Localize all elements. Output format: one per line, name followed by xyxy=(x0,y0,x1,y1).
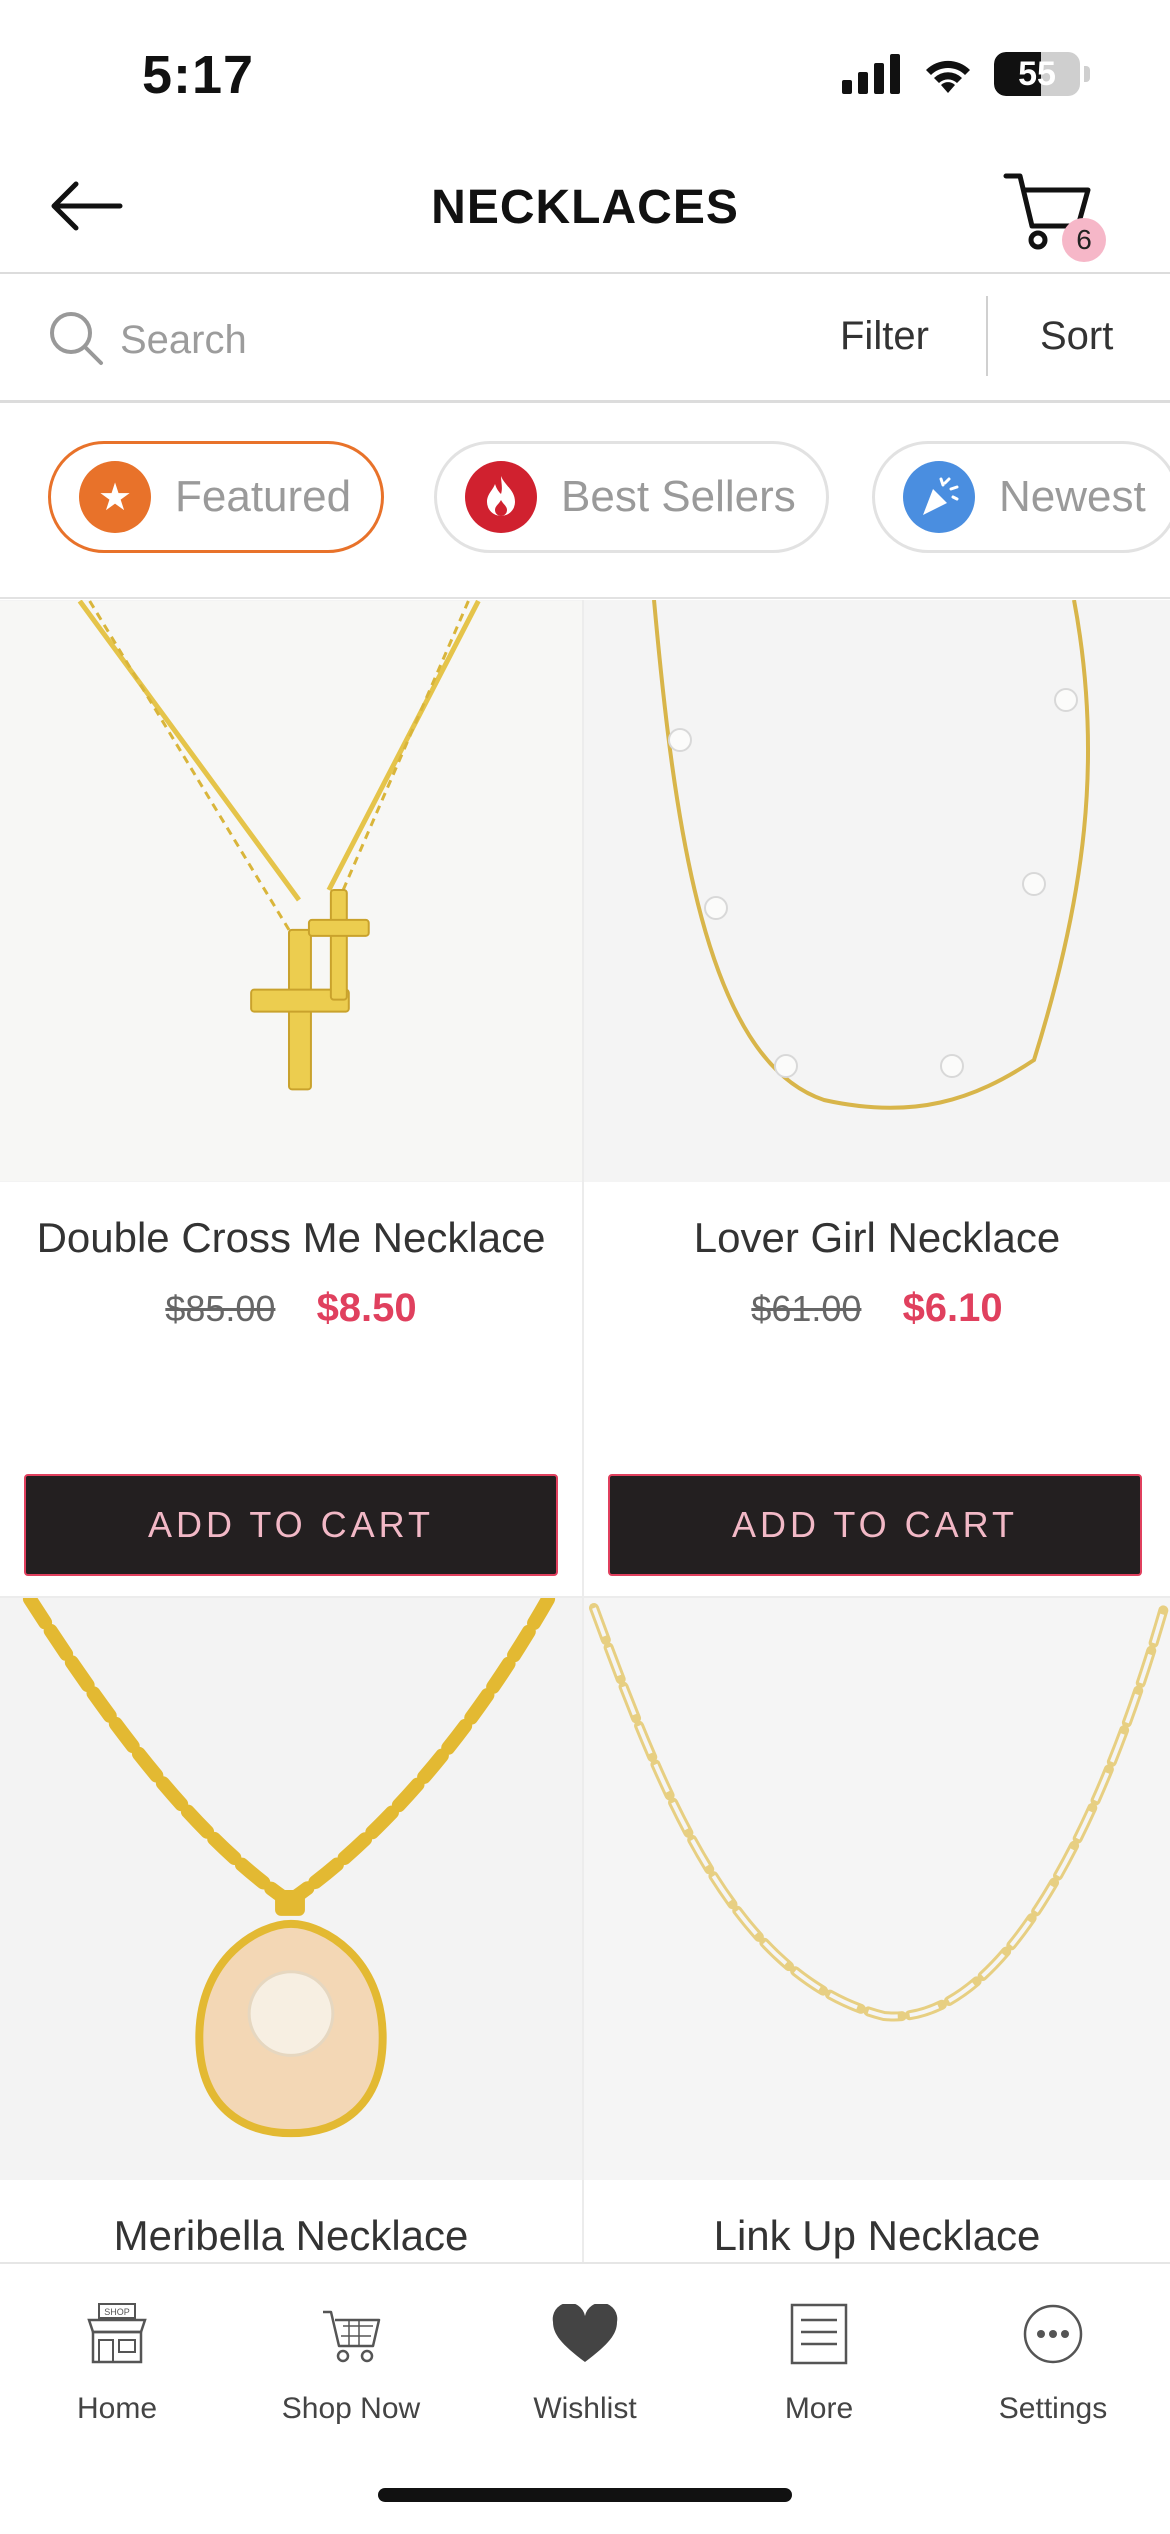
chip-newest[interactable]: Newest xyxy=(872,441,1170,553)
tab-settings[interactable]: Settings xyxy=(936,2294,1170,2426)
product-card[interactable]: Lover Girl Necklace $61.00 $6.10 ADD TO … xyxy=(584,600,1170,1598)
cellular-signal-icon xyxy=(842,54,900,94)
product-image[interactable] xyxy=(0,600,582,1182)
product-prices: $85.00 $8.50 xyxy=(0,1286,582,1331)
product-card[interactable]: Double Cross Me Necklace $85.00 $8.50 AD… xyxy=(0,600,584,1598)
tab-wishlist[interactable]: Wishlist xyxy=(468,2294,702,2426)
sale-price: $6.10 xyxy=(902,1286,1003,1330)
sort-button[interactable]: Sort xyxy=(1040,314,1113,359)
product-image[interactable] xyxy=(584,600,1170,1182)
product-image[interactable] xyxy=(584,1598,1170,2180)
divider xyxy=(986,296,988,376)
product-prices: $61.00 $6.10 xyxy=(584,1286,1170,1331)
search-icon xyxy=(50,312,103,365)
tab-label: Shop Now xyxy=(281,2392,421,2425)
tab-label: Settings xyxy=(998,2392,1108,2425)
product-card[interactable]: Link Up Necklace xyxy=(584,1598,1170,2262)
tab-more[interactable]: More xyxy=(702,2294,936,2426)
original-price: $61.00 xyxy=(751,1288,862,1329)
tab-label: Wishlist xyxy=(533,2392,637,2425)
chip-label: Newest xyxy=(999,472,1146,521)
original-price: $85.00 xyxy=(165,1288,276,1329)
product-grid: Double Cross Me Necklace $85.00 $8.50 AD… xyxy=(0,600,1170,2262)
chip-featured[interactable]: ★ Featured xyxy=(48,441,385,553)
chip-best-sellers[interactable]: Best Sellers xyxy=(434,441,829,553)
product-name[interactable]: Link Up Necklace xyxy=(584,2212,1170,2260)
tab-shop-now[interactable]: Shop Now xyxy=(234,2294,468,2426)
page-title: NECKLACES xyxy=(431,181,739,234)
home-indicator[interactable] xyxy=(378,2488,792,2502)
status-bar: 5:17 55 xyxy=(0,0,1170,150)
product-name[interactable]: Meribella Necklace xyxy=(0,2212,582,2260)
status-icons: 55 xyxy=(840,52,1090,96)
cart-count-badge: 6 xyxy=(1062,218,1106,262)
product-image[interactable] xyxy=(0,1598,582,2180)
sale-price: $8.50 xyxy=(316,1286,417,1330)
shop-storefront-icon: SHOP xyxy=(87,2303,147,2364)
add-to-cart-button[interactable]: ADD TO CART xyxy=(24,1474,558,1576)
heart-icon xyxy=(552,2304,618,2362)
star-icon: ★ xyxy=(79,461,151,533)
tab-label: More xyxy=(784,2392,854,2425)
tab-label: Home xyxy=(76,2392,158,2425)
flame-icon xyxy=(465,461,537,533)
svg-text:SHOP: SHOP xyxy=(104,2307,130,2317)
party-popper-icon xyxy=(903,461,975,533)
nav-header: NECKLACES 6 xyxy=(0,150,1170,274)
battery-icon: 55 xyxy=(994,52,1080,96)
shopping-cart-icon xyxy=(323,2310,381,2363)
wifi-icon xyxy=(926,60,970,93)
more-dots-icon xyxy=(1023,2304,1083,2364)
chip-label: Best Sellers xyxy=(561,472,796,521)
product-card[interactable]: Meribella Necklace xyxy=(0,1598,584,2262)
search-bar: Filter Sort xyxy=(0,274,1170,403)
cart-button[interactable]: 6 xyxy=(1000,166,1110,266)
status-time: 5:17 xyxy=(142,45,255,105)
product-name[interactable]: Lover Girl Necklace xyxy=(584,1214,1170,1262)
category-chips: ★ Featured Best Sellers Newest xyxy=(0,403,1170,599)
chip-label: Featured xyxy=(175,472,352,521)
search-input[interactable] xyxy=(118,308,722,372)
tab-home[interactable]: SHOP Home xyxy=(0,2294,234,2426)
battery-level: 55 xyxy=(1018,55,1056,93)
filter-button[interactable]: Filter xyxy=(840,314,929,359)
list-icon xyxy=(790,2303,848,2365)
product-name[interactable]: Double Cross Me Necklace xyxy=(0,1214,582,1262)
add-to-cart-button[interactable]: ADD TO CART xyxy=(608,1474,1142,1576)
